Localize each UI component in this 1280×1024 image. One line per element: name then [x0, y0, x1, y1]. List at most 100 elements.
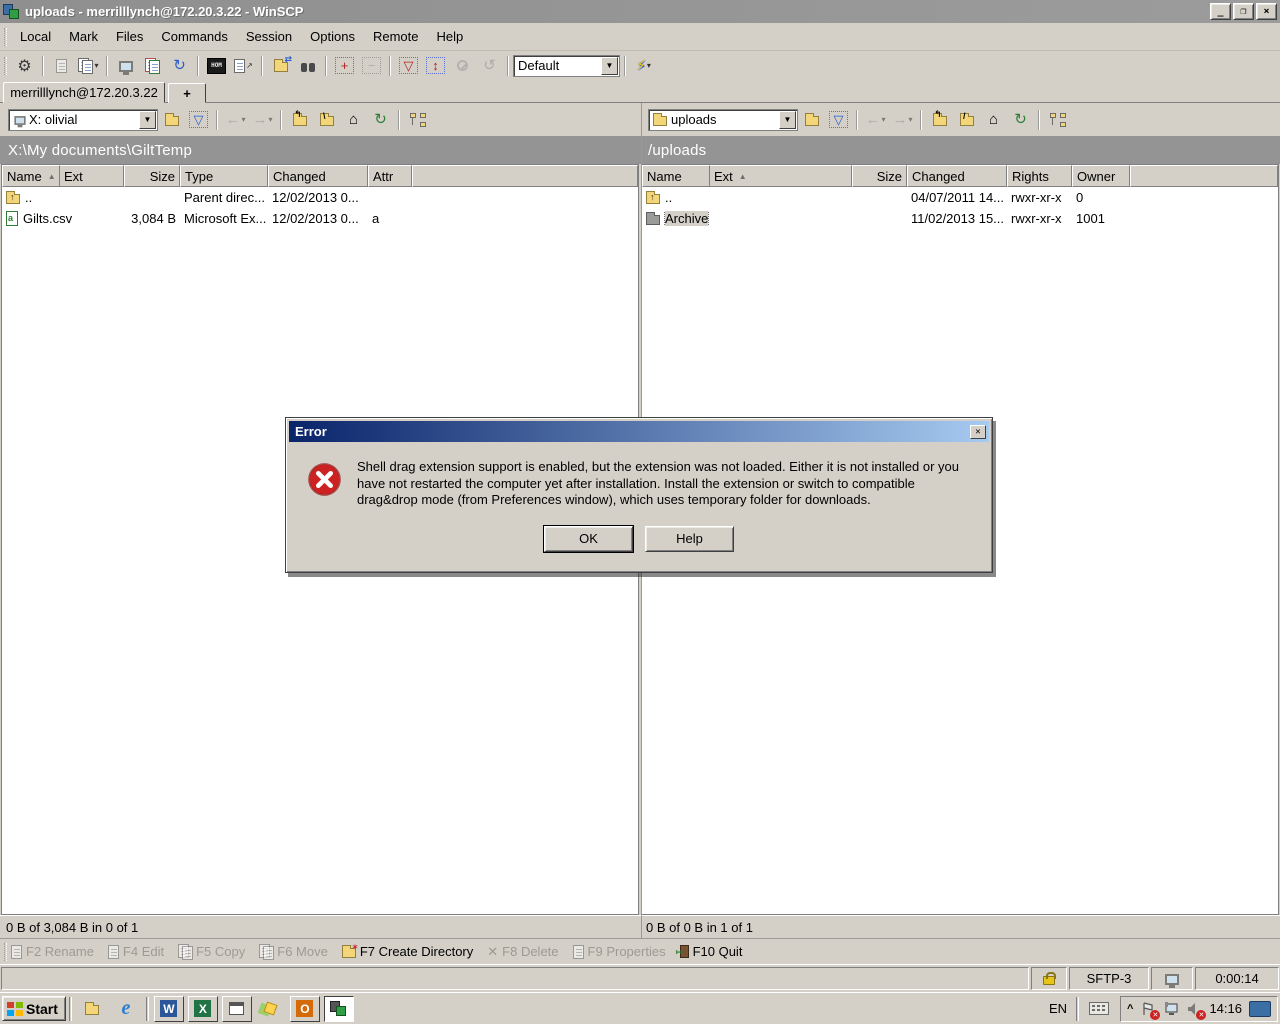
refresh-session-button[interactable]: ↻ — [167, 54, 192, 77]
find-files-button[interactable] — [295, 54, 320, 77]
chevron-down-icon[interactable]: ▼ — [779, 111, 796, 129]
local-parent-directory-button[interactable]: ↰ — [287, 108, 312, 131]
remote-open-directory-button[interactable] — [799, 108, 824, 131]
remote-refresh-button[interactable]: ↻ — [1008, 108, 1033, 131]
local-home-directory-button[interactable]: ⌂ — [341, 108, 366, 131]
clear-selection-button[interactable] — [450, 54, 475, 77]
menu-options[interactable]: Options — [301, 25, 364, 48]
synchronize-button[interactable]: ⇄ — [268, 54, 293, 77]
refresh-selection-button[interactable]: ↕ — [423, 54, 448, 77]
remote-forward-button[interactable]: →▾ — [890, 108, 915, 131]
duplicate-session-button[interactable]: ▾ — [76, 54, 101, 77]
new-session-tab[interactable]: + — [168, 83, 206, 103]
menu-session[interactable]: Session — [237, 25, 301, 48]
f9-properties-button[interactable]: F9 Properties — [573, 944, 666, 959]
display-settings-icon[interactable] — [1249, 1001, 1271, 1017]
open-in-putty-button[interactable]: ↗ — [231, 54, 256, 77]
column-header-changed[interactable]: Changed — [268, 165, 368, 187]
security-alert-icon[interactable]: ✕ — [1140, 1001, 1156, 1017]
dialog-close-button[interactable]: ✕ — [970, 425, 986, 439]
minimize-button[interactable]: _ — [1210, 3, 1231, 20]
connection-cell[interactable] — [1151, 967, 1193, 990]
column-header-owner[interactable]: Owner — [1072, 165, 1130, 187]
remote-parent-directory-button[interactable]: ↰ — [927, 108, 952, 131]
language-indicator[interactable]: EN — [1043, 1001, 1073, 1016]
remote-tree-toggle-button[interactable] — [1045, 108, 1070, 131]
quick-launch-ie-button[interactable]: e — [111, 996, 141, 1022]
help-button[interactable]: Help — [645, 526, 734, 552]
site-manager-button[interactable] — [140, 54, 165, 77]
column-header-size[interactable]: Size — [124, 165, 180, 187]
f6-move-button[interactable]: F6 Move — [259, 944, 328, 959]
menu-local[interactable]: Local — [11, 25, 60, 48]
filter-button[interactable]: ▽ — [396, 54, 421, 77]
remote-directory-combo[interactable]: uploads ▼ — [648, 109, 798, 131]
local-forward-button[interactable]: →▾ — [250, 108, 275, 131]
quick-launch-desktop-button[interactable] — [77, 996, 107, 1022]
remote-filter-button[interactable]: ▽ — [826, 108, 851, 131]
f2-rename-button[interactable]: F2 Rename — [11, 944, 94, 959]
remote-root-directory-button[interactable]: / — [954, 108, 979, 131]
column-header-name[interactable]: Name▲ — [2, 165, 60, 187]
task-winscp-button[interactable] — [324, 996, 354, 1022]
f4-edit-button[interactable]: F4 Edit — [108, 944, 164, 959]
new-session-button[interactable] — [113, 54, 138, 77]
menu-help[interactable]: Help — [427, 25, 472, 48]
dialog-titlebar[interactable]: Error ✕ — [289, 421, 989, 442]
f5-copy-button[interactable]: F5 Copy — [178, 944, 245, 959]
protocol-cell[interactable]: SFTP-3 — [1069, 967, 1149, 990]
start-button[interactable]: Start — [2, 996, 66, 1021]
task-word-button[interactable]: W — [154, 996, 184, 1022]
local-drive-combo[interactable]: X: olivial ▼ — [8, 109, 158, 131]
local-root-directory-button[interactable]: \ — [314, 108, 339, 131]
table-row[interactable]: Gilts.csv 3,084 B Microsoft Ex... 12/02/… — [2, 208, 638, 229]
table-row[interactable]: Archive 11/02/2013 15... rwxr-xr-x 1001 — [642, 208, 1278, 229]
close-button[interactable]: × — [1256, 3, 1277, 20]
column-header-ext[interactable]: Ext▲ — [710, 165, 852, 187]
ok-button[interactable]: OK — [544, 526, 633, 552]
f8-delete-button[interactable]: ✕F8 Delete — [487, 944, 558, 960]
f7-create-directory-button[interactable]: ✶F7 Create Directory — [342, 944, 473, 959]
fbar-grip[interactable] — [4, 943, 7, 961]
remote-path-bar[interactable]: /uploads — [640, 136, 1280, 164]
transfer-options-button[interactable]: ⚡▾ — [631, 54, 656, 77]
table-row[interactable]: ↑.. 04/07/2011 14... rwxr-xr-x 0 — [642, 187, 1278, 208]
tray-expand-chevron-icon[interactable]: ^ — [1127, 1003, 1133, 1015]
task-notes-button[interactable] — [256, 996, 286, 1022]
window-titlebar[interactable]: uploads - merrilllynch@172.20.3.22 - Win… — [0, 0, 1280, 23]
local-back-button[interactable]: ←▾ — [223, 108, 248, 131]
address-book-button[interactable] — [49, 54, 74, 77]
menu-mark[interactable]: Mark — [60, 25, 107, 48]
task-excel-button[interactable]: X — [188, 996, 218, 1022]
restore-selection-button[interactable]: ↺ — [477, 54, 502, 77]
tray-clock[interactable]: 14:16 — [1209, 1001, 1242, 1016]
keyboard-indicator[interactable] — [1084, 996, 1114, 1022]
column-header-name[interactable]: Name — [642, 165, 710, 187]
column-header-ext[interactable]: Ext — [60, 165, 124, 187]
session-tab[interactable]: merrilllynch@172.20.3.22 — [3, 82, 165, 103]
task-window-button[interactable] — [222, 996, 252, 1022]
chevron-down-icon[interactable]: ▼ — [139, 111, 156, 129]
chevron-down-icon[interactable]: ▼ — [601, 57, 618, 75]
transfer-settings-combo[interactable]: Default ▼ — [513, 55, 620, 77]
column-header-size[interactable]: Size — [852, 165, 907, 187]
local-filter-button[interactable]: ▽ — [186, 108, 211, 131]
select-files-button[interactable]: + — [332, 54, 357, 77]
menu-commands[interactable]: Commands — [152, 25, 236, 48]
remote-back-button[interactable]: ←▾ — [863, 108, 888, 131]
table-row[interactable]: ↑.. Parent direc... 12/02/2013 0... — [2, 187, 638, 208]
menu-remote[interactable]: Remote — [364, 25, 428, 48]
local-open-directory-button[interactable] — [159, 108, 184, 131]
menu-grip[interactable] — [4, 28, 7, 46]
column-header-rights[interactable]: Rights — [1007, 165, 1072, 187]
remote-home-directory-button[interactable]: ⌂ — [981, 108, 1006, 131]
menu-files[interactable]: Files — [107, 25, 152, 48]
restore-button[interactable]: ❐ — [1233, 3, 1254, 20]
local-refresh-button[interactable]: ↻ — [368, 108, 393, 131]
encryption-cell[interactable] — [1031, 967, 1067, 990]
column-header-changed[interactable]: Changed — [907, 165, 1007, 187]
column-header-attr[interactable]: Attr — [368, 165, 412, 187]
task-outlook-button[interactable]: O — [290, 996, 320, 1022]
column-header-type[interactable]: Type — [180, 165, 268, 187]
toolbar-grip[interactable] — [4, 57, 7, 75]
